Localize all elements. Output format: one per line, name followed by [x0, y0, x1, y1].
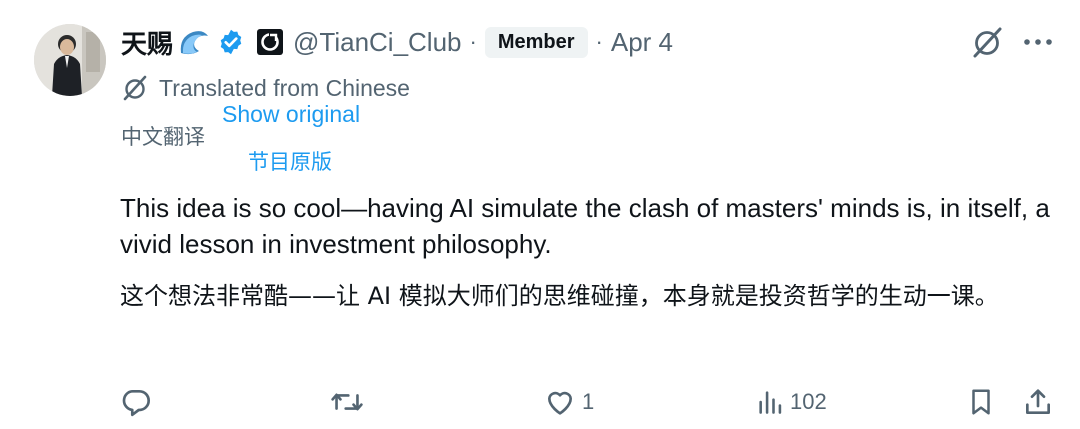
avatar-image: [34, 24, 106, 96]
share-icon: [1026, 389, 1050, 414]
views-icon: [759, 391, 782, 414]
share-button[interactable]: [1022, 382, 1054, 422]
reply-button[interactable]: [120, 382, 158, 422]
views-button[interactable]: 102: [756, 382, 827, 422]
reply-icon: [122, 390, 150, 417]
bookmark-button[interactable]: [966, 382, 996, 422]
more-icon[interactable]: [1022, 34, 1054, 50]
show-original-zh-link[interactable]: 节目原版: [248, 146, 332, 176]
translation-notice: Translated from Chinese: [121, 74, 410, 102]
display-name[interactable]: 天赐: [121, 24, 173, 61]
translation-status: Translated from Chinese: [159, 74, 410, 101]
tweet-date[interactable]: Apr 4: [611, 27, 673, 58]
bookmark-icon: [972, 389, 990, 415]
member-badge[interactable]: Member: [484, 26, 588, 58]
like-button[interactable]: 1: [544, 382, 594, 422]
separator-dot: ·: [595, 29, 603, 54]
author-handle[interactable]: @TianCi_Club: [293, 27, 462, 58]
like-count: 1: [582, 389, 595, 414]
avatar[interactable]: [34, 24, 106, 96]
affiliate-logo-icon[interactable]: [257, 29, 284, 55]
translate-icon: [123, 75, 147, 101]
source-language-label: 中文翻译: [121, 125, 205, 149]
separator-dot: ·: [469, 29, 477, 54]
verified-badge-icon: [217, 28, 245, 56]
retweet-icon: [331, 393, 363, 411]
grok-icon[interactable]: [970, 25, 1004, 59]
view-count: 102: [790, 389, 827, 414]
heart-icon: [548, 391, 572, 415]
show-original-link[interactable]: Show original: [222, 101, 360, 128]
wave-emoji-icon: [177, 27, 211, 57]
tweet-card[interactable]: 天赐 @TianCi_Club · Member · Apr 4 Transla…: [0, 0, 1080, 429]
tweet-original-text: 这个想法非常酷——让 AI 模拟大师们的思维碰撞，本身就是投资哲学的生动一课。: [120, 282, 999, 310]
tweet-header: 天赐 @TianCi_Club · Member · Apr 4: [121, 22, 673, 62]
retweet-button[interactable]: [330, 382, 370, 422]
tweet-translated-text: This idea is so cool—having AI simulate …: [120, 193, 1050, 259]
